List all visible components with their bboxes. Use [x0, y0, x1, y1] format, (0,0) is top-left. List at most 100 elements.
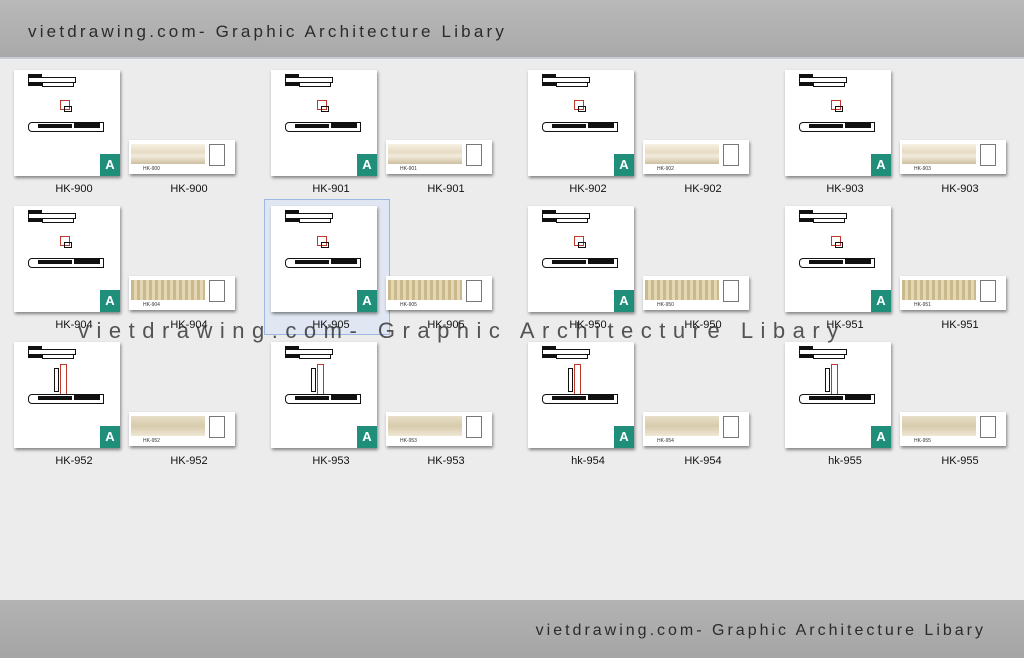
file-name-label: HK-902: [569, 183, 607, 195]
molding-photo-thumbnail: HK-902: [643, 140, 749, 174]
file-item[interactable]: HK-904 HK-904: [129, 204, 249, 334]
footer-title: vietdrawing.com- Graphic Architecture Li…: [535, 622, 986, 639]
file-grid: A HK-900 HK-900 HK-900 A HK-901 HK-901 HK-901 A H…: [0, 0, 1024, 600]
photo-label: HK-905: [400, 302, 417, 308]
molding-strip: [388, 416, 462, 436]
section-profile: [723, 416, 739, 438]
footer-banner: vietdrawing.com- Graphic Architecture Li…: [0, 600, 1024, 658]
molding-strip: [902, 416, 976, 436]
file-item[interactable]: A HK-904: [14, 204, 134, 334]
file-name-label: HK-900: [170, 183, 208, 195]
file-item[interactable]: A HK-901: [271, 68, 391, 198]
molding-strip: [902, 144, 976, 164]
file-item[interactable]: HK-955 HK-955: [900, 340, 1020, 470]
molding-strip: [131, 280, 205, 300]
section-profile: [466, 280, 482, 302]
molding-strip: [388, 280, 462, 300]
autocad-file-icon: A: [871, 154, 891, 176]
cad-drawing-thumbnail: A: [14, 70, 120, 176]
section-profile: [723, 280, 739, 302]
section-profile: [723, 144, 739, 166]
photo-label: HK-902: [657, 166, 674, 172]
file-item[interactable]: Ahk-955: [785, 340, 905, 470]
file-item[interactable]: HK-902 HK-902: [643, 68, 763, 198]
file-item[interactable]: HK-952 HK-952: [129, 340, 249, 470]
molding-photo-thumbnail: HK-904: [129, 276, 235, 310]
section-profile: [209, 144, 225, 166]
molding-photo-thumbnail: HK-900: [129, 140, 235, 174]
file-item[interactable]: HK-950 HK-950: [643, 204, 763, 334]
molding-photo-thumbnail: HK-951: [900, 276, 1006, 310]
file-name-label: HK-901: [312, 183, 350, 195]
file-name-label: HK-902: [684, 183, 722, 195]
autocad-file-icon: A: [100, 426, 120, 448]
molding-photo-thumbnail: HK-954: [643, 412, 749, 446]
autocad-file-icon: A: [100, 154, 120, 176]
file-item[interactable]: A HK-953: [271, 340, 391, 470]
photo-label: HK-950: [657, 302, 674, 308]
file-name-label: HK-900: [55, 183, 93, 195]
cad-drawing-thumbnail: A: [271, 206, 377, 312]
molding-photo-thumbnail: HK-905: [386, 276, 492, 310]
molding-strip: [131, 144, 205, 164]
molding-strip: [388, 144, 462, 164]
file-name-label: HK-951: [941, 319, 979, 331]
molding-strip: [645, 144, 719, 164]
watermark-text: vietdrawing.com- Graphic Architecture Li…: [78, 318, 846, 343]
photo-label: HK-952: [143, 438, 160, 444]
file-item[interactable]: A HK-950: [528, 204, 648, 334]
autocad-file-icon: A: [100, 290, 120, 312]
section-profile: [466, 416, 482, 438]
molding-strip: [131, 416, 205, 436]
file-item[interactable]: A HK-902: [528, 68, 648, 198]
file-name-label: HK-903: [941, 183, 979, 195]
file-item[interactable]: A HK-952: [14, 340, 134, 470]
file-item[interactable]: A HK-900: [14, 68, 134, 198]
file-item[interactable]: HK-951 HK-951: [900, 204, 1020, 334]
autocad-file-icon: A: [357, 154, 377, 176]
photo-label: HK-900: [143, 166, 160, 172]
file-item[interactable]: HK-901 HK-901: [386, 68, 506, 198]
photo-label: HK-903: [914, 166, 931, 172]
file-item[interactable]: A HK-905: [264, 199, 391, 335]
molding-strip: [902, 280, 976, 300]
section-profile: [980, 416, 996, 438]
cad-drawing-thumbnail: A: [528, 206, 634, 312]
file-name-label: HK-953: [427, 455, 465, 467]
cad-drawing-thumbnail: A: [14, 206, 120, 312]
file-item[interactable]: HK-954 HK-954: [643, 340, 763, 470]
file-item[interactable]: HK-903 HK-903: [900, 68, 1020, 198]
photo-label: HK-904: [143, 302, 160, 308]
file-item[interactable]: Ahk-954: [528, 340, 648, 470]
molding-photo-thumbnail: HK-955: [900, 412, 1006, 446]
file-name-label: HK-953: [312, 455, 350, 467]
autocad-file-icon: A: [614, 290, 634, 312]
autocad-file-icon: A: [871, 290, 891, 312]
cad-drawing-thumbnail: A: [271, 342, 377, 448]
autocad-file-icon: A: [871, 426, 891, 448]
file-item[interactable]: HK-900 HK-900: [129, 68, 249, 198]
file-item[interactable]: A HK-951: [785, 204, 905, 334]
cad-drawing-thumbnail: A: [271, 70, 377, 176]
molding-photo-thumbnail: HK-903: [900, 140, 1006, 174]
file-name-label: HK-954: [684, 455, 722, 467]
section-profile: [209, 416, 225, 438]
autocad-file-icon: A: [357, 426, 377, 448]
cad-drawing-thumbnail: A: [785, 206, 891, 312]
file-item[interactable]: HK-905 HK-905: [386, 204, 506, 334]
autocad-file-icon: A: [614, 154, 634, 176]
autocad-file-icon: A: [357, 290, 377, 312]
file-name-label: HK-952: [170, 455, 208, 467]
file-item[interactable]: HK-953 HK-953: [386, 340, 506, 470]
photo-label: HK-955: [914, 438, 931, 444]
file-name-label: hk-954: [571, 455, 605, 467]
section-profile: [209, 280, 225, 302]
molding-photo-thumbnail: HK-901: [386, 140, 492, 174]
photo-label: HK-951: [914, 302, 931, 308]
cad-drawing-thumbnail: A: [528, 70, 634, 176]
section-profile: [466, 144, 482, 166]
file-item[interactable]: A HK-903: [785, 68, 905, 198]
molding-photo-thumbnail: HK-952: [129, 412, 235, 446]
molding-strip: [645, 280, 719, 300]
file-name-label: hk-955: [828, 455, 862, 467]
